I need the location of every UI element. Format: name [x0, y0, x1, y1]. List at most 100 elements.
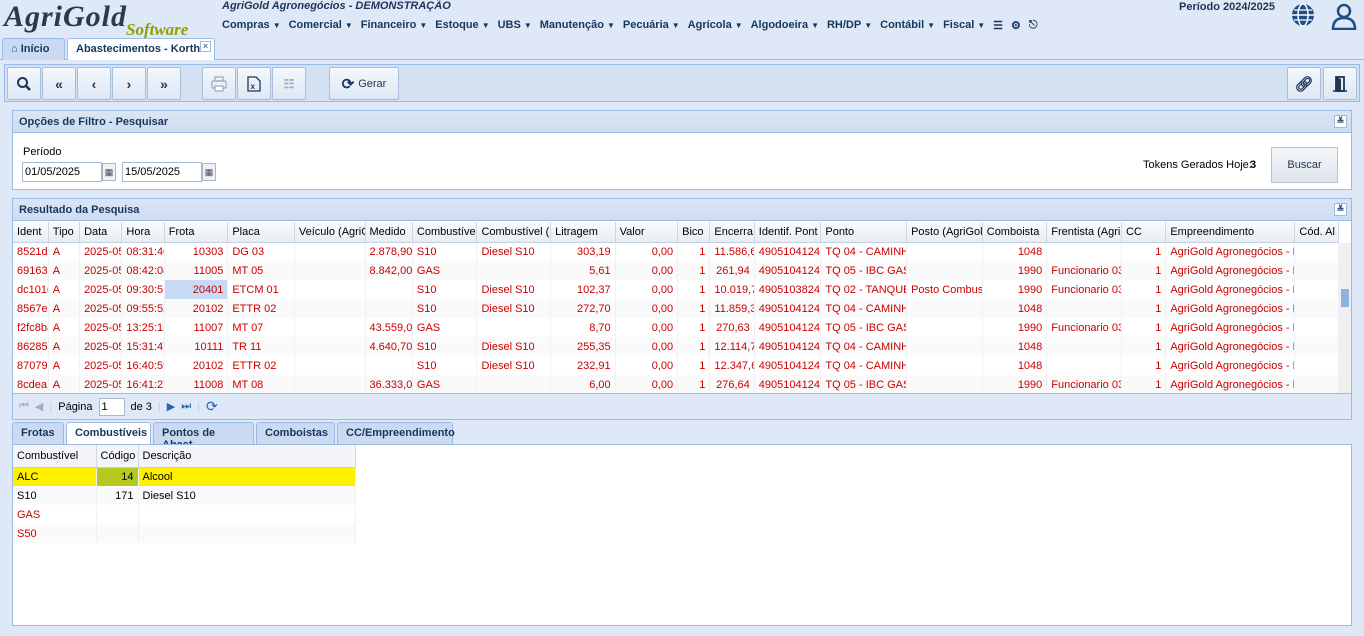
vertical-scrollbar[interactable] — [1339, 243, 1351, 393]
buscar-button[interactable]: Buscar — [1271, 147, 1338, 183]
table-cell[interactable]: 11005 — [164, 261, 229, 280]
table-cell[interactable]: AgriGold Agronegócios - DEM — [1165, 337, 1296, 356]
table-cell[interactable]: 12.347,6 — [709, 356, 755, 375]
table-cell[interactable]: 2025-05- — [79, 337, 123, 356]
table-cell[interactable] — [906, 318, 983, 337]
column-header[interactable]: Cód. Al — [1294, 222, 1339, 243]
table-cell[interactable]: 6,00 — [550, 375, 616, 394]
table-cell[interactable]: 2025-05- — [79, 242, 123, 261]
table-row[interactable]: f2fc8baA2025-05-13:25:1211007MT 07 43.559… — [13, 318, 1339, 337]
date-from-input[interactable]: 01/05/2025 — [22, 162, 102, 182]
table-cell[interactable]: dc101e — [13, 280, 49, 299]
table-cell[interactable]: A — [48, 242, 81, 261]
table-cell[interactable]: GAS — [412, 261, 478, 280]
exit-button[interactable] — [1323, 67, 1357, 100]
table-cell[interactable]: 49051041240 — [754, 375, 822, 394]
menu-item[interactable]: RH/DP ▼ — [827, 19, 878, 32]
table-cell[interactable]: AgriGold Agronegócios - DEM — [1165, 356, 1296, 375]
first-record-button[interactable]: « — [42, 67, 76, 100]
table-cell[interactable]: ETTR 02 — [227, 299, 295, 318]
table-cell[interactable]: 691630 — [13, 261, 49, 280]
table-cell[interactable]: DG 03 — [227, 242, 295, 261]
table-cell[interactable]: AgriGold Agronegócios - DEM — [1165, 318, 1296, 337]
table-cell[interactable]: Diesel S10 — [476, 337, 552, 356]
column-header[interactable]: Data — [79, 222, 123, 243]
table-cell[interactable]: MT 07 — [227, 318, 295, 337]
table-cell[interactable]: 1 — [677, 375, 711, 394]
table-cell[interactable]: S10 — [412, 242, 478, 261]
fuel-row[interactable]: ALC 14 Alcool — [13, 467, 356, 486]
table-cell[interactable] — [294, 318, 366, 337]
menu-item[interactable]: Contábil ▼ — [880, 19, 941, 32]
table-cell[interactable]: 8cdea1 — [13, 375, 49, 394]
table-cell[interactable] — [476, 375, 552, 394]
date-to-input[interactable]: 15/05/2025 — [122, 162, 202, 182]
table-cell[interactable]: A — [48, 337, 81, 356]
table-cell[interactable]: TQ 04 - CAMINHÃO — [820, 356, 908, 375]
table-cell[interactable] — [294, 375, 366, 394]
prev-page-icon[interactable]: ◀ — [35, 400, 43, 413]
tab-comboistas[interactable]: Comboistas — [256, 422, 335, 444]
table-cell[interactable] — [1046, 299, 1122, 318]
table-cell[interactable]: 102,37 — [550, 280, 616, 299]
link-button[interactable]: 🔗︎ — [1287, 67, 1321, 100]
scrollbar-thumb[interactable] — [1341, 289, 1349, 307]
table-cell[interactable]: 0,00 — [615, 337, 679, 356]
prev-record-button[interactable]: ‹ — [77, 67, 111, 100]
globe-icon[interactable] — [1290, 2, 1316, 28]
menu-item[interactable]: Pecuária ▼ — [623, 19, 686, 32]
column-header[interactable]: Identif. Pont — [754, 222, 822, 243]
table-cell[interactable] — [1294, 318, 1339, 337]
table-cell[interactable]: MT 08 — [227, 375, 295, 394]
table-cell[interactable]: 0,00 — [615, 261, 679, 280]
table-cell[interactable]: 1 — [677, 280, 711, 299]
close-icon[interactable]: × — [200, 41, 211, 52]
table-cell[interactable] — [906, 242, 983, 261]
fuel-cell[interactable] — [138, 524, 356, 543]
menu-item[interactable]: Fiscal ▼ — [943, 19, 991, 32]
table-cell[interactable]: 1048 — [982, 242, 1048, 261]
column-header[interactable]: Ponto — [820, 222, 908, 243]
table-cell[interactable]: 49051041240 — [754, 318, 822, 337]
table-cell[interactable]: 2025-05- — [79, 318, 123, 337]
table-cell[interactable]: TR 11 — [227, 337, 295, 356]
table-cell[interactable]: TQ 04 - CAMINHÃO — [820, 242, 908, 261]
table-cell[interactable]: 1 — [1121, 242, 1167, 261]
table-cell[interactable]: AgriGold Agronegócios - DEM — [1165, 375, 1296, 394]
table-cell[interactable]: 11.586,6 — [709, 242, 755, 261]
table-cell[interactable]: A — [48, 299, 81, 318]
tab-frotas[interactable]: Frotas — [12, 422, 64, 444]
table-cell[interactable]: 8567ec — [13, 299, 49, 318]
table-cell[interactable]: 2025-05- — [79, 261, 123, 280]
table-cell[interactable] — [365, 299, 413, 318]
column-header[interactable]: CC — [1121, 222, 1167, 243]
table-row[interactable]: 8cdea1A2025-05-16:41:2711008MT 08 36.333,… — [13, 375, 1339, 394]
column-header[interactable]: Comboista — [982, 222, 1048, 243]
table-cell[interactable] — [906, 375, 983, 394]
table-cell[interactable]: 8.842,00 — [365, 261, 413, 280]
table-cell[interactable]: Diesel S10 — [476, 356, 552, 375]
table-cell[interactable]: 36.333,0 — [365, 375, 413, 394]
tab-cc-empreendimento[interactable]: CC/Empreendimento — [337, 422, 455, 444]
table-cell[interactable] — [294, 299, 366, 318]
print-button[interactable] — [202, 67, 236, 100]
user-icon[interactable] — [1330, 2, 1358, 30]
table-cell[interactable]: 261,94 — [709, 261, 755, 280]
table-cell[interactable]: Diesel S10 — [476, 280, 552, 299]
table-row[interactable]: 86285aA2025-05-15:31:4710111TR 11 4.640,7… — [13, 337, 1339, 356]
table-cell[interactable]: 1990 — [982, 375, 1048, 394]
calendar-icon[interactable]: ▦ — [102, 163, 116, 181]
fuel-row[interactable]: S50 — [13, 524, 356, 543]
table-cell[interactable]: 49051041240 — [754, 242, 822, 261]
table-cell[interactable]: 1 — [1121, 261, 1167, 280]
fuel-row[interactable]: S10 171 Diesel S10 — [13, 486, 356, 505]
menu-item[interactable]: Comercial ▼ — [289, 19, 359, 32]
table-cell[interactable]: Diesel S10 — [476, 242, 552, 261]
column-header[interactable]: Bico — [677, 222, 711, 243]
column-header[interactable]: Combustível — [13, 445, 97, 468]
table-cell[interactable]: A — [48, 261, 81, 280]
table-cell[interactable] — [1046, 356, 1122, 375]
table-cell[interactable]: TQ 04 - CAMINHÃO — [820, 337, 908, 356]
column-header[interactable]: Hora — [121, 222, 165, 243]
table-cell[interactable]: Diesel S10 — [476, 299, 552, 318]
